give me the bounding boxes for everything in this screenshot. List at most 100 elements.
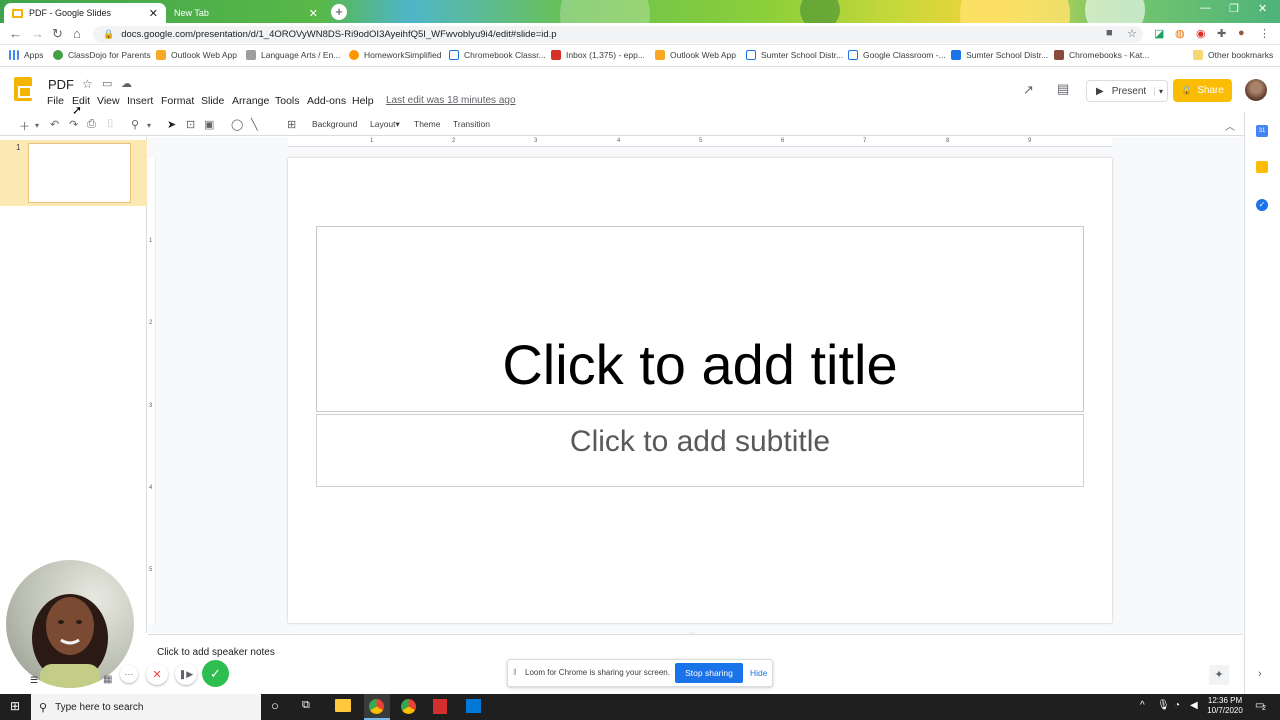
wifi-icon[interactable]: ◔ xyxy=(1174,700,1180,711)
tab-close-icon[interactable]: ✕ xyxy=(149,7,158,20)
select-cursor-icon[interactable]: ➤ xyxy=(167,118,176,131)
calendar-icon[interactable]: 31 xyxy=(1256,125,1268,137)
collapse-icon[interactable]: ︿ xyxy=(1225,118,1235,133)
cancel-recording-icon[interactable]: ✕ xyxy=(146,663,168,685)
theme-button[interactable]: Theme xyxy=(414,119,440,129)
windows-start-icon[interactable]: ⊞ xyxy=(10,699,20,713)
bookmark-item[interactable]: Chromebooks - Kat... xyxy=(1054,50,1149,60)
acrobat-icon[interactable] xyxy=(433,699,447,714)
avatar[interactable] xyxy=(1245,79,1267,101)
cortana-icon[interactable]: ○ xyxy=(271,698,279,713)
task-view-icon[interactable]: ⧉ xyxy=(302,699,310,712)
bookmark-item[interactable]: Sumter School Distr... xyxy=(951,50,1048,60)
stop-sharing-button[interactable]: Stop sharing xyxy=(675,663,743,683)
undo-icon[interactable]: ↶ xyxy=(50,118,59,131)
tasks-icon[interactable]: ✓ xyxy=(1256,199,1268,211)
reload-icon[interactable]: ↻ xyxy=(52,26,63,42)
bookmark-item[interactable]: Language Arts / En... xyxy=(246,50,340,60)
menu-help[interactable]: Help xyxy=(352,95,374,107)
present-button[interactable]: ▶ Present ▾ xyxy=(1086,80,1168,102)
line-icon[interactable]: ╲ xyxy=(251,118,258,131)
extension-icon[interactable]: ◪ xyxy=(1154,27,1164,40)
clock[interactable]: 12:36 PM 10/7/2020 xyxy=(1203,696,1247,716)
menu-slide[interactable]: Slide xyxy=(201,95,224,107)
tab-google-slides[interactable]: PDF - Google Slides ✕ xyxy=(4,3,166,23)
redo-icon[interactable]: ↷ xyxy=(69,118,78,131)
url-text[interactable]: docs.google.com/presentation/d/1_4OROVyW… xyxy=(121,29,556,40)
menu-tools[interactable]: Tools xyxy=(275,95,300,107)
bookmark-item[interactable]: Chromebook Classr... xyxy=(449,50,546,60)
back-icon[interactable]: ← xyxy=(9,26,22,41)
chevron-right-icon[interactable]: › xyxy=(1258,668,1262,680)
keep-icon[interactable] xyxy=(1256,161,1268,173)
menu-insert[interactable]: Insert xyxy=(127,95,153,107)
slides-logo-icon[interactable] xyxy=(14,77,32,101)
grid-icon[interactable]: ▦ xyxy=(103,674,112,685)
star-icon[interactable]: ☆ xyxy=(82,77,93,91)
drag-handle-icon[interactable]: ‖ xyxy=(513,667,517,677)
bookmark-item[interactable]: ClassDojo for Parents xyxy=(53,50,151,60)
background-button[interactable]: Background xyxy=(312,119,357,129)
image-icon[interactable]: ▣ xyxy=(204,118,214,131)
bookmark-item[interactable]: Outlook Web App xyxy=(655,50,736,60)
new-tab-button[interactable]: + xyxy=(331,4,347,20)
loom-camera-bubble[interactable] xyxy=(6,560,134,688)
slide-thumbnail[interactable] xyxy=(28,143,131,203)
microphone-icon[interactable]: 🎙 xyxy=(1157,700,1170,711)
omnibox[interactable]: 🔒 docs.google.com/presentation/d/1_4OROV… xyxy=(93,26,1143,43)
menu-view[interactable]: View xyxy=(97,95,120,107)
tab-close-icon[interactable]: ✕ xyxy=(309,7,318,20)
zoom-icon[interactable]: ⚲ xyxy=(131,118,139,131)
bookmark-other[interactable]: Other bookmarks xyxy=(1193,50,1273,60)
add-comment-icon[interactable]: ⊞ xyxy=(287,118,296,131)
new-slide-icon[interactable]: ＋ xyxy=(19,118,30,134)
file-explorer-icon[interactable] xyxy=(335,699,351,712)
bookmark-item[interactable]: HomeworkSimplified xyxy=(349,50,441,60)
volume-icon[interactable]: ◀ xyxy=(1190,700,1198,711)
chevron-down-icon[interactable]: ▾ xyxy=(1153,86,1167,96)
move-folder-icon[interactable]: ▭ xyxy=(102,77,112,90)
chrome-icon[interactable] xyxy=(369,699,384,714)
bookmark-item[interactable]: Sumter School Distr... xyxy=(746,50,843,60)
profile-icon[interactable]: ● xyxy=(1238,27,1245,39)
share-button[interactable]: 🔒 Share xyxy=(1173,79,1232,102)
finish-recording-icon[interactable]: ✓ xyxy=(202,660,229,687)
title-placeholder[interactable]: Click to add title xyxy=(316,226,1084,412)
transition-button[interactable]: Transition xyxy=(453,119,490,129)
subtitle-placeholder[interactable]: Click to add subtitle xyxy=(316,414,1084,487)
more-options-icon[interactable]: ··· xyxy=(120,665,138,683)
shape-icon[interactable]: ◯ xyxy=(231,118,243,131)
maximize-icon[interactable]: ❐ xyxy=(1229,2,1239,15)
extension-icon[interactable]: ◍ xyxy=(1175,27,1185,40)
menu-file[interactable]: File xyxy=(47,95,64,107)
layout-button[interactable]: Layout▾ xyxy=(370,119,400,130)
bookmark-star-icon[interactable]: ☆ xyxy=(1127,27,1137,40)
tab-new-tab[interactable]: New Tab ✕ xyxy=(166,3,326,23)
hide-button[interactable]: Hide xyxy=(750,668,767,678)
pause-icon[interactable]: ❚▶ xyxy=(175,663,197,685)
last-edit-link[interactable]: Last edit was 18 minutes ago xyxy=(386,95,516,106)
minimize-icon[interactable]: — xyxy=(1200,2,1211,14)
chrome-icon[interactable] xyxy=(401,699,416,714)
document-title[interactable]: PDF xyxy=(48,77,74,92)
bookmark-item[interactable]: Google Classroom -... xyxy=(848,50,946,60)
paint-format-icon[interactable]: ⌷ xyxy=(107,118,114,131)
taskbar-search[interactable]: ⚲ Type here to search xyxy=(31,694,261,720)
extension-icon[interactable]: ◉ xyxy=(1196,27,1206,40)
chevron-down-icon[interactable]: ▾ xyxy=(147,121,151,130)
home-icon[interactable]: ⌂ xyxy=(73,26,81,41)
chrome-menu-icon[interactable]: ⋮ xyxy=(1259,27,1270,40)
puzzle-icon[interactable]: ✚ xyxy=(1217,27,1226,40)
speaker-notes-placeholder[interactable]: Click to add speaker notes xyxy=(157,647,275,658)
forward-icon[interactable]: → xyxy=(31,26,44,41)
activity-trend-icon[interactable]: ↗ xyxy=(1023,82,1034,98)
list-icon[interactable]: ☰ xyxy=(30,675,38,686)
show-hidden-icons-icon[interactable]: ^ xyxy=(1140,700,1145,711)
window-close-icon[interactable]: ✕ xyxy=(1258,2,1267,15)
chevron-down-icon[interactable]: ▾ xyxy=(35,121,39,130)
print-icon[interactable]: ⎙ xyxy=(87,118,96,131)
camera-icon[interactable]: ■ xyxy=(1106,27,1113,39)
horizontal-ruler[interactable]: 1 2 3 4 5 6 7 8 9 xyxy=(288,137,1112,147)
text-box-icon[interactable]: ⊡ xyxy=(186,118,195,131)
bookmark-item[interactable]: Inbox (1,375) - epp... xyxy=(551,50,645,60)
